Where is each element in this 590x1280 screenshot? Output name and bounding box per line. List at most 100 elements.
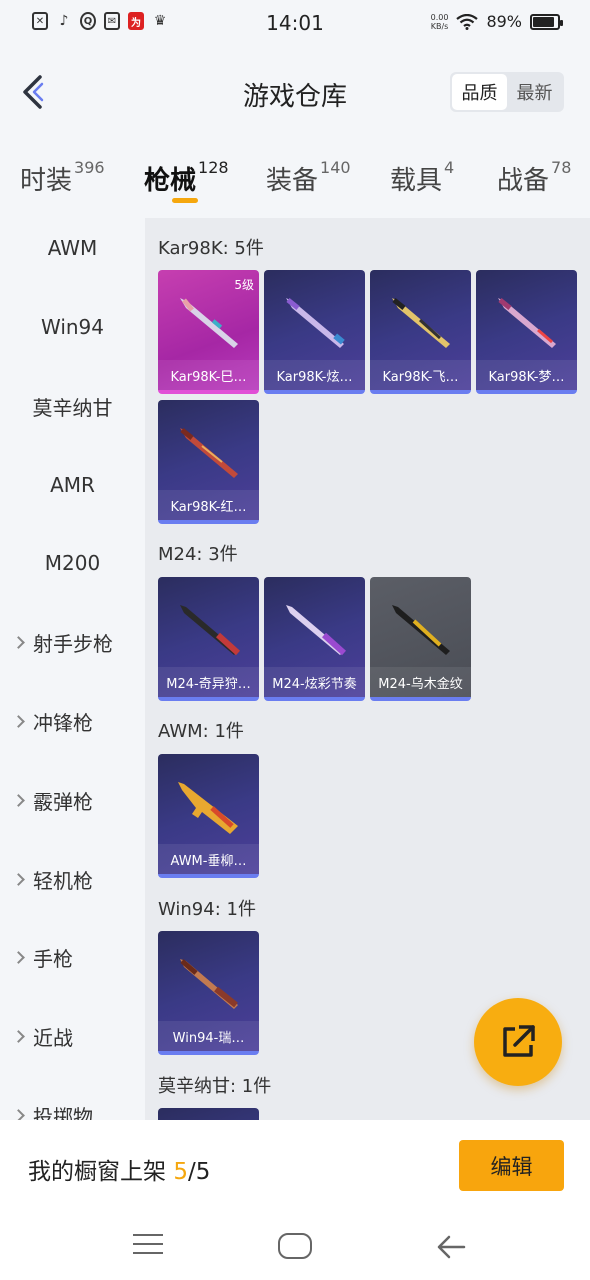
tab-fashion[interactable]: 时装 396	[20, 158, 105, 197]
sidebar-item-melee[interactable]: 近战	[0, 1016, 145, 1056]
sort-option-quality[interactable]: 品质	[452, 74, 507, 110]
rifle-icon	[286, 605, 347, 656]
tab-supplies[interactable]: 战备 78	[497, 158, 572, 197]
chevron-right-icon	[12, 872, 25, 886]
menu-icon[interactable]	[133, 1234, 163, 1256]
category-tabs: 时装 396 枪械 128 装备 140 载具 4 战备 78	[0, 150, 590, 210]
sidebar-item-throwable[interactable]: 投掷物	[0, 1095, 145, 1120]
back-arrow-icon[interactable]	[436, 1232, 466, 1262]
showcase-total: /5	[187, 1159, 211, 1185]
sidebar-item-label: 手枪	[33, 946, 73, 971]
tab-firearms[interactable]: 枪械 128	[144, 158, 229, 197]
sidebar-item-smg[interactable]: 冲锋枪	[0, 701, 145, 741]
sidebar-item-awm[interactable]: AWM	[0, 228, 145, 268]
rifle-icon	[180, 605, 241, 656]
inventory-content: Kar98K: 5件 5级 Kar98K-巳… Kar98K-炫… Kar98K…	[145, 218, 590, 1120]
sidebar-item-amr[interactable]: AMR	[0, 465, 145, 505]
rifle-icon	[178, 782, 238, 834]
share-external-icon	[503, 1025, 535, 1057]
sidebar-item-mosin[interactable]: 莫辛纳甘	[0, 386, 145, 426]
skin-card[interactable]: M24-奇异狩…	[158, 577, 259, 701]
battery-percent: 89%	[486, 12, 522, 31]
status-indicators: 0.00 KB/s 89%	[431, 12, 563, 31]
skin-card-label: Kar98K-梦…	[476, 360, 577, 390]
weapon-sidebar: AWM Win94 莫辛纳甘 AMR M200 射手步枪 冲锋枪 霰弹枪 轻机枪…	[0, 218, 145, 1120]
home-icon[interactable]	[278, 1233, 312, 1259]
active-tab-indicator	[172, 198, 198, 203]
wifi-icon	[456, 13, 479, 30]
rifle-icon	[498, 298, 556, 348]
skin-card[interactable]	[158, 1108, 259, 1120]
chevron-right-icon	[12, 635, 25, 649]
sidebar-item-marksman[interactable]: 射手步枪	[0, 622, 145, 662]
sidebar-item-win94[interactable]: Win94	[0, 307, 145, 347]
skin-card[interactable]: Kar98K-红…	[158, 400, 259, 524]
showcase-status: 我的橱窗上架 5/5	[28, 1152, 210, 1186]
skin-card[interactable]: M24-炫彩节奏	[264, 577, 365, 701]
skin-card-label: Win94-瑞…	[158, 1021, 259, 1051]
skin-card-label: M24-炫彩节奏	[264, 667, 365, 697]
skin-card-label: Kar98K-巳…	[158, 360, 259, 390]
tab-label: 战备	[497, 166, 550, 196]
header: 游戏仓库 品质 最新	[0, 46, 590, 142]
showcase-bar: 我的橱窗上架 5/5 编辑	[0, 1120, 590, 1216]
sidebar-item-lmg[interactable]: 轻机枪	[0, 859, 145, 899]
network-speed: 0.00 KB/s	[431, 13, 449, 31]
skin-card[interactable]: M24-乌木金纹	[370, 577, 471, 701]
skin-card[interactable]: Kar98K-梦…	[476, 270, 577, 394]
tab-label: 装备	[266, 166, 319, 196]
tab-label: 载具	[390, 166, 443, 196]
network-speed-unit: KB/s	[430, 21, 449, 31]
edit-button[interactable]: 编辑	[459, 1140, 564, 1191]
tab-label: 枪械	[144, 166, 197, 196]
sidebar-item-label: 近战	[33, 1025, 73, 1050]
sidebar-item-label: 投掷物	[33, 1104, 93, 1121]
skin-card[interactable]: Kar98K-炫…	[264, 270, 365, 394]
rifle-icon	[286, 298, 345, 348]
tab-count: 78	[551, 158, 572, 177]
skin-card-label: Kar98K-炫…	[264, 360, 365, 390]
system-navbar	[0, 1216, 590, 1280]
chevron-right-icon	[12, 793, 25, 807]
skin-card-label: M24-奇异狩…	[158, 667, 259, 697]
sidebar-item-pistol[interactable]: 手枪	[0, 937, 145, 977]
network-speed-value: 0.00	[430, 12, 449, 22]
group-title-awm: AWM: 1件	[158, 721, 244, 742]
level-badge: 5级	[234, 278, 254, 292]
sidebar-item-label: 轻机枪	[33, 868, 93, 893]
group-title-win94: Win94: 1件	[158, 899, 256, 920]
skin-card[interactable]: 5级 Kar98K-巳…	[158, 270, 259, 394]
showcase-label: 我的橱窗上架	[28, 1159, 174, 1185]
sort-option-newest[interactable]: 最新	[507, 74, 562, 110]
tab-count: 128	[198, 158, 229, 177]
tab-count: 396	[74, 158, 105, 177]
tab-equipment[interactable]: 装备 140	[266, 158, 351, 197]
share-button[interactable]	[474, 998, 562, 1086]
showcase-current: 5	[173, 1159, 188, 1185]
battery-fill	[533, 16, 555, 27]
sidebar-item-label: 冲锋枪	[33, 710, 93, 735]
group-title-mosin: 莫辛纳甘: 1件	[158, 1076, 272, 1097]
battery-icon	[530, 13, 563, 30]
chevron-right-icon	[12, 950, 25, 964]
chevron-right-icon	[12, 1029, 25, 1043]
skin-card-label: Kar98K-飞…	[370, 360, 471, 390]
sidebar-item-label: 霰弹枪	[33, 789, 93, 814]
skin-card[interactable]: Kar98K-飞…	[370, 270, 471, 394]
skin-card[interactable]: Win94-瑞…	[158, 931, 259, 1055]
sidebar-item-shotgun[interactable]: 霰弹枪	[0, 780, 145, 820]
rifle-icon	[392, 298, 450, 348]
group-title-kar98k: Kar98K: 5件	[158, 238, 264, 259]
sidebar-item-m200[interactable]: M200	[0, 543, 145, 583]
tab-label: 时装	[20, 166, 73, 196]
skin-card[interactable]: AWM-垂柳…	[158, 754, 259, 878]
skin-card-label: Kar98K-红…	[158, 490, 259, 520]
tab-count: 140	[320, 158, 351, 177]
rifle-icon	[180, 298, 238, 348]
rifle-icon	[392, 605, 450, 655]
sort-toggle: 品质 最新	[450, 72, 564, 112]
tab-vehicles[interactable]: 载具 4	[390, 158, 455, 197]
sidebar-item-label: 射手步枪	[33, 631, 113, 656]
tab-count: 4	[444, 158, 455, 177]
skin-card-label: M24-乌木金纹	[370, 667, 471, 697]
